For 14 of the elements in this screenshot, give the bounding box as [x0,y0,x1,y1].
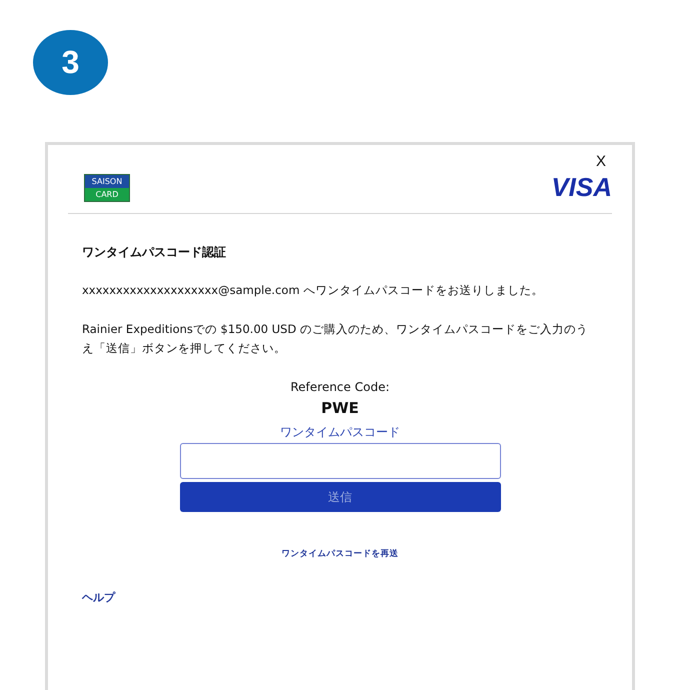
reference-code: PWE [321,399,359,417]
message-text: xxxxxxxxxxxxxxxxxxxx@sample.com へワンタイムパスコードをお送りしました。 [82,282,544,299]
dialog-title: ワンタイムパスコード認証 [82,244,227,261]
passcode-field[interactable] [180,443,500,479]
reference-label: Reference Code: [290,380,390,394]
help-link[interactable]: ヘルプ [82,590,115,605]
resend-link[interactable]: ワンタイムパスコードを再送 [282,548,398,560]
close-button[interactable]: X [596,153,606,170]
step-badge: 3 [33,30,108,95]
logo-text: CARD [85,188,129,200]
brand-logo: VISA [551,172,612,203]
message-text: Rainier Expeditionsでの $150.00 USD のご購入のため、ワンタイムパスコードをご入力のうえ「送信」ボタンを押してください。 [82,321,589,357]
logo-text: SAISON [85,174,129,188]
field-label: ワンタイムパスコード [280,424,400,441]
